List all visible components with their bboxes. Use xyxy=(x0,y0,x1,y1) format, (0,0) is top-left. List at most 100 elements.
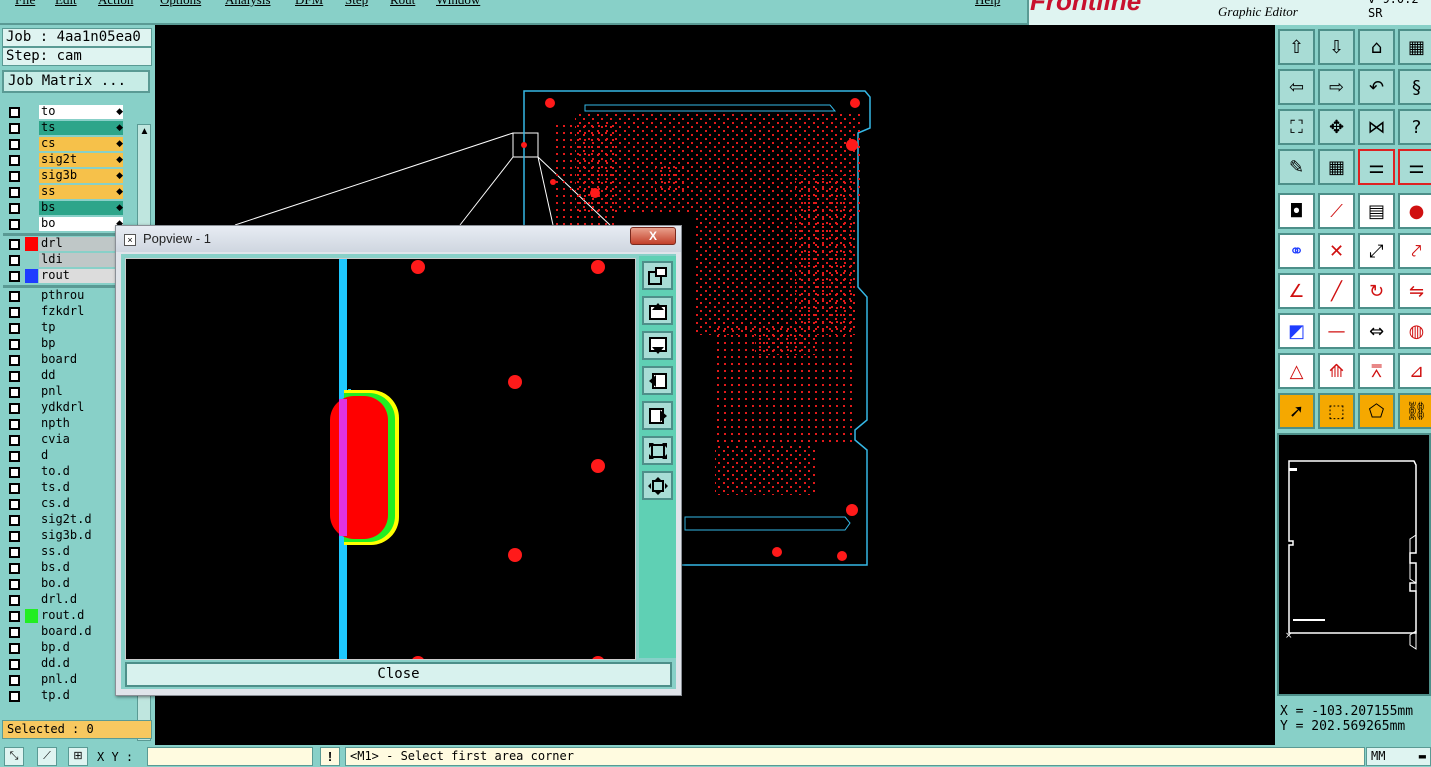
layer-checkbox[interactable] xyxy=(9,419,20,430)
layer-row[interactable]: bp.d xyxy=(3,640,125,656)
resize-icon[interactable]: ⇔ xyxy=(1358,313,1395,349)
menu-action[interactable]: Action xyxy=(98,0,133,8)
layer-row[interactable]: bp xyxy=(3,336,125,352)
triangle-up-icon[interactable]: ⟰ xyxy=(1318,353,1355,389)
popview-close-button[interactable]: Close xyxy=(125,662,672,687)
flip-icon[interactable]: ⇋ xyxy=(1398,273,1431,309)
layer-name[interactable]: to.d xyxy=(39,465,123,479)
layer-checkbox[interactable] xyxy=(9,547,20,558)
layer-checkbox[interactable] xyxy=(9,483,20,494)
help-icon[interactable]: ? xyxy=(1398,109,1431,145)
layer-checkbox[interactable] xyxy=(9,563,20,574)
layout-icon[interactable]: ▦ xyxy=(1398,29,1431,65)
add-feature-icon[interactable]: ◩ xyxy=(1278,313,1315,349)
layers-toggle-icon[interactable]: ⚌ xyxy=(1358,149,1395,185)
zoom-back-icon[interactable]: ↶ xyxy=(1358,69,1395,105)
layer-name[interactable]: bs.d xyxy=(39,561,123,575)
layer-row[interactable]: ts.d xyxy=(3,480,125,496)
menu-file[interactable]: File xyxy=(15,0,35,8)
tools-icon[interactable]: ✎ xyxy=(1278,149,1315,185)
menu-window[interactable]: Window xyxy=(436,0,480,8)
layer-checkbox[interactable] xyxy=(9,595,20,606)
menu-help[interactable]: Help xyxy=(975,0,1000,8)
layer-name[interactable]: ydkdrl xyxy=(39,401,123,415)
layer-name[interactable]: bp xyxy=(39,337,123,351)
layer-checkbox[interactable] xyxy=(9,307,20,318)
script-icon[interactable]: § xyxy=(1398,69,1431,105)
overview-map[interactable]: × xyxy=(1277,433,1431,696)
layer-name[interactable]: to xyxy=(39,105,123,119)
layer-name[interactable]: ss.d xyxy=(39,545,123,559)
feature-icon[interactable]: ◘ xyxy=(1278,193,1315,229)
layer-row[interactable]: rout xyxy=(3,268,125,284)
layer-name[interactable]: drl.d xyxy=(39,593,123,607)
layer-row[interactable]: cvia xyxy=(3,432,125,448)
menu-step[interactable]: Step xyxy=(345,0,368,8)
layer-row[interactable]: bo ◆ xyxy=(3,216,125,232)
layer-row[interactable]: d xyxy=(3,448,125,464)
layer-checkbox[interactable] xyxy=(9,187,20,198)
edge-icon[interactable]: ⤢ xyxy=(1358,233,1395,269)
layer-row[interactable]: drl.d xyxy=(3,592,125,608)
layer-name[interactable]: cs.d xyxy=(39,497,123,511)
layer-row[interactable]: bs ◆ xyxy=(3,200,125,216)
move-icon[interactable]: — xyxy=(1318,313,1355,349)
layer-row[interactable]: ydkdrl xyxy=(3,400,125,416)
layer-row[interactable]: tp xyxy=(3,320,125,336)
layer-row[interactable]: rout.d xyxy=(3,608,125,624)
rotate-icon[interactable]: ↻ xyxy=(1358,273,1395,309)
cross-icon[interactable]: ✕ xyxy=(1318,233,1355,269)
layer-name[interactable]: bo.d xyxy=(39,577,123,591)
menu-dfm[interactable]: DFM xyxy=(295,0,323,8)
layer-name[interactable]: tp xyxy=(39,321,123,335)
layer-row[interactable]: tp.d xyxy=(3,688,125,704)
window-down-icon[interactable]: ⇩ xyxy=(1318,29,1355,65)
layer-row[interactable]: sig2t.d xyxy=(3,512,125,528)
pop-pan-up-icon[interactable] xyxy=(642,296,673,325)
layer-name[interactable]: ldi xyxy=(39,253,123,267)
layer-row[interactable]: ldi xyxy=(3,252,125,268)
layer-row[interactable]: npth xyxy=(3,416,125,432)
layer-checkbox[interactable] xyxy=(9,659,20,670)
menu-analysis[interactable]: Analysis xyxy=(225,0,271,8)
layer-checkbox[interactable] xyxy=(9,255,20,266)
layers-info-icon[interactable]: ⚌ xyxy=(1398,149,1431,185)
layer-checkbox[interactable] xyxy=(9,579,20,590)
job-matrix-button[interactable]: Job Matrix ... xyxy=(2,70,150,93)
triangle-right-icon[interactable]: ⊿ xyxy=(1398,353,1431,389)
layer-checkbox[interactable] xyxy=(9,239,20,250)
layer-name[interactable]: fzkdrl xyxy=(39,305,123,319)
zoom-fit-icon[interactable]: ⛶ xyxy=(1278,109,1315,145)
layer-row[interactable]: dd.d xyxy=(3,656,125,672)
layer-row[interactable]: ts ◆ xyxy=(3,120,125,136)
layer-row[interactable]: to.d xyxy=(3,464,125,480)
layer-checkbox[interactable] xyxy=(9,291,20,302)
warning-icon[interactable]: ! xyxy=(320,747,340,766)
layer-row[interactable]: pnl xyxy=(3,384,125,400)
xy-input[interactable] xyxy=(147,747,313,766)
connect-icon[interactable]: ⚭ xyxy=(1278,233,1315,269)
pop-zoom-home-icon[interactable] xyxy=(642,436,673,465)
layer-row[interactable]: sig3b.d xyxy=(3,528,125,544)
line-icon[interactable]: ╱ xyxy=(1318,273,1355,309)
select-box-icon[interactable]: ⬚ xyxy=(1318,393,1355,429)
pop-zoom-box-icon[interactable] xyxy=(642,261,673,290)
triangle-arc-icon[interactable]: ⩞ xyxy=(1358,353,1395,389)
layer-checkbox[interactable] xyxy=(9,515,20,526)
layer-checkbox[interactable] xyxy=(9,435,20,446)
layer-name[interactable]: cs xyxy=(39,137,123,151)
layer-name[interactable]: ss xyxy=(39,185,123,199)
grid-icon[interactable]: ▦ xyxy=(1318,149,1355,185)
layer-row[interactable]: drl xyxy=(3,236,125,252)
layer-name[interactable]: sig3b xyxy=(39,169,123,183)
select-net-icon[interactable]: ⛓ xyxy=(1398,393,1431,429)
layer-row[interactable]: bs.d xyxy=(3,560,125,576)
ruler-icon[interactable]: ▤ xyxy=(1358,193,1395,229)
pop-pan-right-icon[interactable] xyxy=(642,401,673,430)
layer-name[interactable]: sig2t xyxy=(39,153,123,167)
layer-name[interactable]: rout.d xyxy=(39,609,123,623)
units-select[interactable]: MM ▬ xyxy=(1366,747,1431,766)
select-poly-icon[interactable]: ⬠ xyxy=(1358,393,1395,429)
layer-checkbox[interactable] xyxy=(9,403,20,414)
home-icon[interactable]: ⌂ xyxy=(1358,29,1395,65)
